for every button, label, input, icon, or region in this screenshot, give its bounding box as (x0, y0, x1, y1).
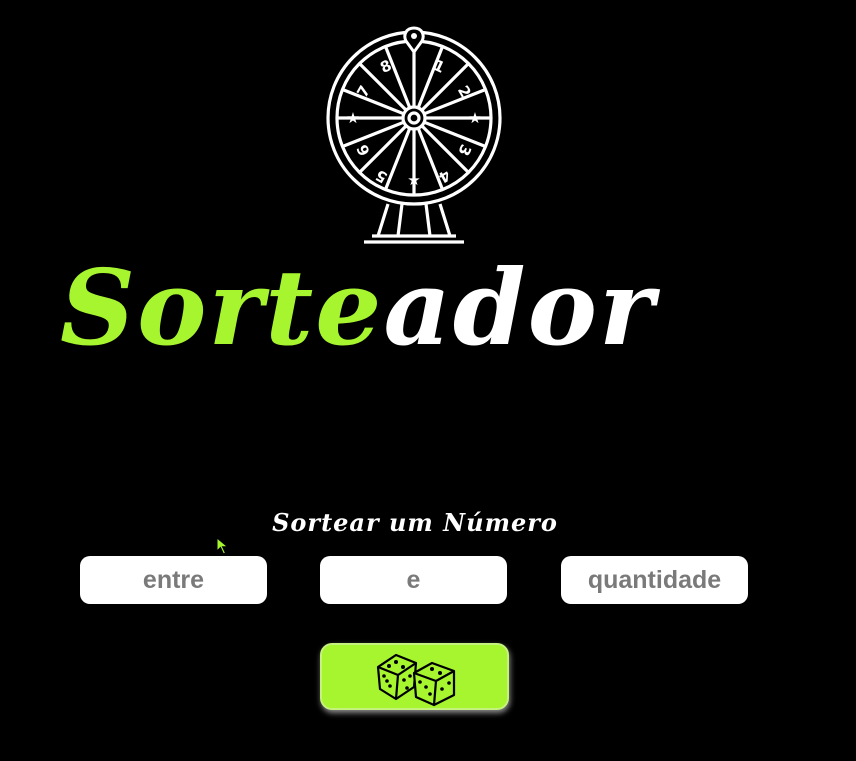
min-input[interactable] (80, 556, 267, 604)
title-rest: ador (383, 246, 656, 369)
svg-text:★: ★ (407, 171, 420, 189)
dice-icon (376, 653, 456, 707)
svg-text:7: 7 (353, 82, 374, 100)
page: 1 2 3 4 5 6 7 8 ★ ★ ★ Sorteador Sortear … (0, 0, 856, 761)
svg-text:★: ★ (468, 109, 481, 127)
mouse-cursor-icon (216, 537, 229, 555)
svg-text:★: ★ (346, 109, 359, 127)
svg-text:6: 6 (353, 142, 374, 159)
quantity-input[interactable] (561, 556, 748, 604)
max-input[interactable] (320, 556, 507, 604)
title-highlight: Sorte (60, 246, 384, 369)
form-label: Sortear um Número (272, 508, 558, 537)
page-title: Sorteador (60, 228, 780, 388)
draw-button[interactable] (320, 643, 509, 710)
svg-text:3: 3 (454, 142, 475, 159)
prize-wheel-icon: 1 2 3 4 5 6 7 8 ★ ★ ★ (326, 26, 502, 244)
